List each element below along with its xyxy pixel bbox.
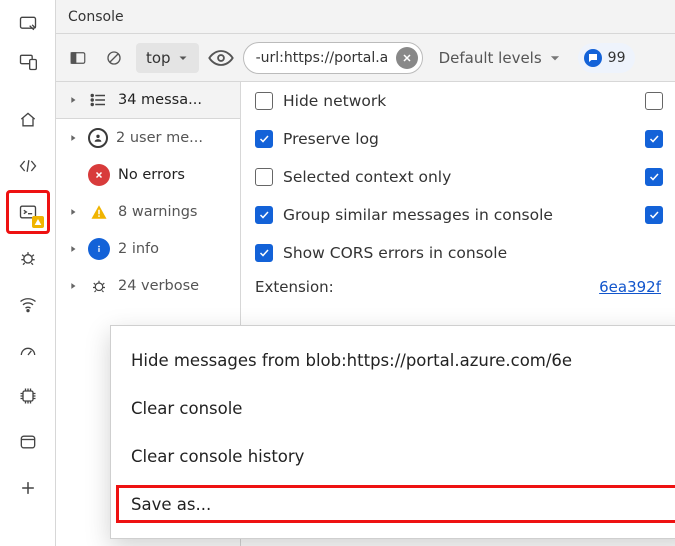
setting-group-similar[interactable]: Group similar messages in console	[241, 196, 675, 234]
ctx-item-label: Clear console	[131, 399, 242, 418]
clear-filter-icon[interactable]	[396, 47, 418, 69]
console-toolbar: top -url:https://portal.a Default levels…	[56, 34, 675, 82]
setting-label: Hide network	[283, 92, 386, 110]
ctx-item-hide-messages[interactable]: Hide messages from blob:https://portal.a…	[111, 336, 675, 384]
home-icon[interactable]	[6, 98, 50, 142]
bug-icon	[88, 275, 110, 297]
setting-preserve-log[interactable]: Preserve log	[241, 120, 675, 158]
checkbox-icon[interactable]	[255, 168, 273, 186]
sidebar-item-label: 2 user me...	[116, 130, 234, 146]
memory-icon[interactable]	[6, 374, 50, 418]
setting-hide-network[interactable]: Hide network	[241, 82, 675, 120]
inspect-icon[interactable]	[6, 6, 50, 42]
context-select[interactable]: top	[136, 43, 199, 73]
elements-icon[interactable]	[6, 144, 50, 188]
panel-title: Console	[56, 0, 675, 34]
activity-rail	[0, 0, 56, 546]
error-icon	[88, 164, 110, 186]
setting-selected-context[interactable]: Selected context only	[241, 158, 675, 196]
console-icon[interactable]	[6, 190, 50, 234]
sidebar-item-label: 34 messa...	[118, 92, 234, 108]
log-levels-select[interactable]: Default levels	[431, 49, 570, 67]
extension-link[interactable]: 6ea392f	[599, 278, 661, 296]
checkbox-icon[interactable]	[255, 244, 273, 262]
sidebar-item-label: 2 info	[118, 241, 234, 257]
chevron-right-icon	[66, 133, 80, 143]
console-message-row[interactable]: Extension: 6ea392f	[241, 272, 675, 302]
warning-badge-icon	[32, 216, 44, 228]
filter-input[interactable]: -url:https://portal.a	[243, 42, 423, 74]
setting-cors[interactable]: Show CORS errors in console	[241, 234, 675, 272]
context-menu: Hide messages from blob:https://portal.a…	[110, 325, 675, 539]
setting-label: Show CORS errors in console	[283, 244, 507, 262]
log-levels-label: Default levels	[439, 49, 542, 67]
setting-label: Group similar messages in console	[283, 206, 553, 224]
sidebar-item-label: No errors	[118, 167, 234, 183]
checkbox-icon[interactable]	[645, 168, 663, 186]
clear-console-icon[interactable]	[100, 44, 128, 72]
device-toggle-icon[interactable]	[6, 44, 50, 80]
filter-input-value: -url:https://portal.a	[256, 50, 389, 66]
sidebar-item-label: 8 warnings	[118, 204, 234, 220]
user-icon	[88, 128, 108, 148]
warning-icon	[88, 201, 110, 223]
ctx-item-save-as[interactable]: Save as...	[111, 480, 675, 528]
checkbox-icon[interactable]	[645, 130, 663, 148]
ctx-item-clear-history[interactable]: Clear console history	[111, 432, 675, 480]
sidebar-item-user[interactable]: 2 user me...	[56, 119, 240, 156]
ctx-item-clear-console[interactable]: Clear console	[111, 384, 675, 432]
sidebar-toggle-icon[interactable]	[64, 44, 92, 72]
debug-icon[interactable]	[6, 236, 50, 280]
panel-title-label: Console	[68, 9, 124, 25]
issues-count: 99	[608, 50, 626, 66]
list-icon	[88, 89, 110, 111]
chevron-down-icon	[548, 51, 562, 65]
checkbox-icon[interactable]	[645, 92, 663, 110]
setting-label: Selected context only	[283, 168, 451, 186]
sidebar-item-info[interactable]: 2 info	[56, 230, 240, 267]
performance-icon[interactable]	[6, 328, 50, 372]
chevron-right-icon	[66, 207, 80, 217]
checkbox-icon[interactable]	[255, 92, 273, 110]
chat-icon	[584, 49, 602, 67]
ctx-item-label: Hide messages from blob:https://portal.a…	[131, 351, 572, 370]
context-select-label: top	[146, 49, 171, 67]
application-icon[interactable]	[6, 420, 50, 464]
extension-label: Extension:	[255, 278, 334, 296]
sidebar-item-errors[interactable]: No errors	[56, 156, 240, 193]
checkbox-icon[interactable]	[645, 206, 663, 224]
checkbox-icon[interactable]	[255, 206, 273, 224]
sidebar-item-label: 24 verbose	[118, 278, 234, 294]
live-expression-icon[interactable]	[207, 44, 235, 72]
checkbox-icon[interactable]	[255, 130, 273, 148]
issues-pill[interactable]: 99	[578, 43, 636, 73]
setting-label: Preserve log	[283, 130, 379, 148]
chevron-down-icon	[177, 52, 189, 64]
sidebar-item-verbose[interactable]: 24 verbose	[56, 267, 240, 304]
ctx-item-label: Save as...	[131, 495, 211, 514]
chevron-right-icon	[66, 95, 80, 105]
info-icon	[88, 238, 110, 260]
chevron-right-icon	[66, 281, 80, 291]
ctx-item-label: Clear console history	[131, 447, 304, 466]
sidebar-item-warnings[interactable]: 8 warnings	[56, 193, 240, 230]
sidebar-item-all[interactable]: 34 messa...	[56, 82, 240, 119]
more-tools-icon[interactable]	[6, 466, 50, 510]
chevron-right-icon	[66, 244, 80, 254]
network-icon[interactable]	[6, 282, 50, 326]
